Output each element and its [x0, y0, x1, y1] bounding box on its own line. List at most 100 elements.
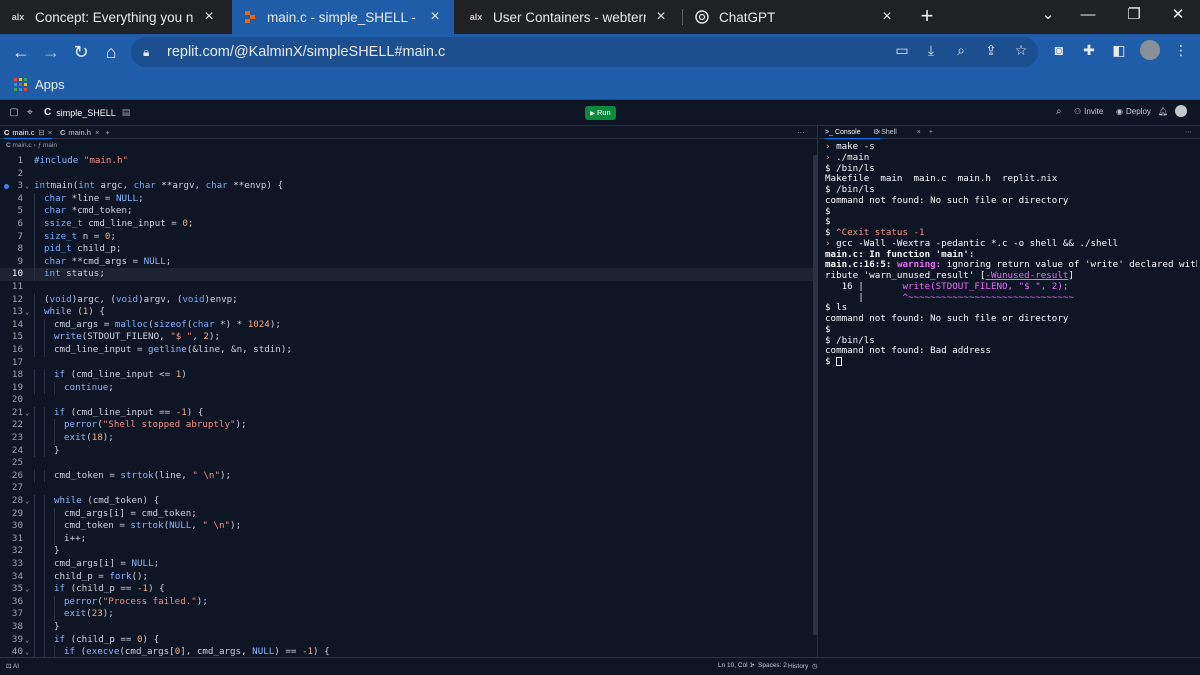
- code-line[interactable]: 21 ⌄ if (cmd_line_input == -1) {: [0, 406, 813, 420]
- close-icon[interactable]: ×: [48, 126, 52, 139]
- close-icon[interactable]: ×: [917, 129, 921, 136]
- code-line[interactable]: 8 pid_t child_p;: [0, 243, 813, 256]
- window-close-icon[interactable]: ✕: [1158, 0, 1198, 30]
- repl-name[interactable]: C simple_SHELL ▤: [44, 107, 130, 118]
- code-line[interactable]: 40 ⌄ if (execve(cmd_args[0], cmd_args, NUL…: [0, 646, 813, 657]
- reload-icon[interactable]: ↻: [68, 40, 94, 64]
- code-area[interactable]: 1 #include "main.h" 2 3 ⌄ intmain(int argc, c…: [0, 155, 813, 657]
- close-icon[interactable]: ×: [426, 8, 444, 26]
- editor-scrollbar[interactable]: [813, 155, 818, 635]
- code-line[interactable]: 15 write(STDOUT_FILENO, "$ ", 2);: [0, 331, 813, 344]
- code-line[interactable]: 26 cmd_token = strtok(line, " \n");: [0, 469, 813, 483]
- code-line[interactable]: 9 char **cmd_args = NULL;: [0, 255, 813, 269]
- notifications-bell-icon[interactable]: 🔔︎: [1158, 107, 1168, 116]
- code-line[interactable]: 25: [0, 457, 813, 470]
- fold-chevron-icon[interactable]: ⌄: [25, 634, 29, 647]
- share-icon[interactable]: ⇪: [982, 42, 1000, 59]
- browser-tab-concept[interactable]: alx Concept: Everything you need to ×: [0, 0, 228, 34]
- code-line[interactable]: 14 cmd_args = malloc(sizeof(char *) * 102…: [0, 318, 813, 332]
- fold-chevron-icon[interactable]: ⌄: [25, 646, 29, 657]
- code-line[interactable]: 28 ⌄ while (cmd_token) {: [0, 495, 813, 508]
- close-icon[interactable]: ×: [652, 8, 670, 26]
- tools-icon[interactable]: ⌖: [24, 107, 36, 119]
- back-arrow-icon[interactable]: ←: [8, 40, 34, 64]
- fold-chevron-icon[interactable]: ⌄: [25, 407, 29, 420]
- fold-chevron-icon[interactable]: ⌄: [25, 180, 29, 193]
- history-button[interactable]: History ◷: [788, 662, 818, 670]
- code-line[interactable]: 18 if (cmd_line_input <= 1): [0, 369, 813, 382]
- code-line[interactable]: 12 (void)argc, (void)argv, (void)envp;: [0, 293, 813, 307]
- fold-chevron-icon[interactable]: ⌄: [25, 306, 29, 319]
- fold-chevron-icon[interactable]: ⌄: [25, 583, 29, 596]
- code-line[interactable]: 6 ssize_t cmd_line_input = 0;: [0, 217, 813, 231]
- split-icon[interactable]: ⊟: [39, 126, 45, 139]
- tab-search-chevron-icon[interactable]: ⌄: [1028, 0, 1068, 30]
- code-line[interactable]: 34 child_p = fork();: [0, 570, 813, 584]
- deploy-button[interactable]: ◉ Deploy: [1116, 107, 1151, 116]
- code-line[interactable]: 38}: [0, 620, 813, 634]
- cursor-position[interactable]: Ln 10, Col 1: [718, 662, 753, 669]
- home-icon[interactable]: ⌂: [98, 40, 124, 64]
- code-line[interactable]: 20: [0, 394, 813, 407]
- minimize-icon[interactable]: —: [1068, 0, 1108, 30]
- code-line[interactable]: 13 ⌄ while (1) {: [0, 306, 813, 319]
- profile-avatar[interactable]: [1140, 40, 1160, 60]
- code-line[interactable]: 1 #include "main.h": [0, 155, 813, 168]
- code-line[interactable]: 27: [0, 482, 813, 495]
- browser-tab-chatgpt[interactable]: ChatGPT ×: [684, 0, 906, 34]
- extensions-puzzle-icon[interactable]: ✚: [1080, 42, 1098, 59]
- code-line[interactable]: 16 cmd_line_input = getline(&line, &n, st…: [0, 343, 813, 357]
- bookmark-star-icon[interactable]: ☆: [1012, 42, 1030, 59]
- code-line[interactable]: 36 perror("Process failed.");: [0, 595, 813, 609]
- apps-shortcut[interactable]: Apps: [14, 77, 65, 92]
- search-icon[interactable]: ⌕: [1056, 106, 1062, 117]
- menu-kebab-icon[interactable]: ⋮: [1172, 42, 1190, 59]
- code-line[interactable]: 35 ⌄ if (child_p == -1) {: [0, 583, 813, 596]
- breadcrumb-file[interactable]: main.c: [13, 142, 32, 149]
- ai-toggle[interactable]: ⊡ AI: [6, 662, 19, 670]
- code-line[interactable]: 39 ⌄ if (child_p == 0) {: [0, 633, 813, 647]
- code-line[interactable]: 2: [0, 168, 813, 181]
- code-line[interactable]: 7 size_t n = 0;: [0, 230, 813, 244]
- code-line[interactable]: 23 exit(18);: [0, 432, 813, 445]
- code-line[interactable]: 10 int status;: [0, 268, 813, 281]
- add-tab-icon[interactable]: +: [105, 126, 109, 139]
- editor-more-icon[interactable]: ⋯: [797, 126, 805, 139]
- code-line[interactable]: 17: [0, 357, 813, 370]
- fold-chevron-icon[interactable]: ⌄: [25, 495, 29, 508]
- restore-icon[interactable]: ❐: [1114, 0, 1154, 30]
- code-line[interactable]: 4 char *line = NULL;: [0, 192, 813, 206]
- code-line[interactable]: 31 i++;: [0, 532, 813, 546]
- repl-info-icon[interactable]: ▤: [122, 107, 131, 118]
- user-avatar[interactable]: [1175, 105, 1187, 117]
- editor-tab-main-h[interactable]: C main.h × +: [60, 126, 110, 139]
- browser-tab-replit[interactable]: main.c - simple_SHELL - Replit ×: [232, 0, 454, 34]
- code-line[interactable]: 24}: [0, 444, 813, 458]
- close-icon[interactable]: ×: [95, 126, 99, 139]
- code-line[interactable]: 3 ⌄ intmain(int argc, char **argv, char **…: [0, 180, 813, 193]
- browser-tab-user-containers[interactable]: alx User Containers - webterm | Lag ×: [458, 0, 680, 34]
- run-button[interactable]: ▶ Run: [585, 106, 616, 120]
- sidebar-toggle-icon[interactable]: ▢: [8, 107, 20, 119]
- editor-tab-main-c[interactable]: C main.c ⊟ ×: [4, 126, 53, 139]
- code-line[interactable]: 5 char *cmd_token;: [0, 205, 813, 218]
- new-tab-button[interactable]: +: [914, 4, 940, 30]
- zoom-icon[interactable]: ⌕: [952, 42, 970, 59]
- indentation-setting[interactable]: Spaces: 2: [758, 662, 787, 669]
- side-panel-icon[interactable]: ◧: [1110, 42, 1128, 59]
- install-app-icon[interactable]: ⤓: [922, 42, 940, 59]
- clipboard-icon[interactable]: ▭: [893, 42, 911, 59]
- close-icon[interactable]: ×: [200, 8, 218, 26]
- console-more-icon[interactable]: ⋯: [1185, 126, 1192, 139]
- breadcrumb-symbol[interactable]: main: [43, 142, 57, 149]
- code-line[interactable]: 32}: [0, 545, 813, 558]
- code-line[interactable]: 33 cmd_args[i] = NULL;: [0, 558, 813, 571]
- code-line[interactable]: 19 continue;: [0, 381, 813, 395]
- add-tab-icon[interactable]: +: [929, 129, 933, 136]
- invite-button[interactable]: ⚇ Invite: [1074, 107, 1103, 116]
- code-line[interactable]: 11: [0, 281, 813, 294]
- console-output[interactable]: › make -s › ./main $ /bin/ls Makefile main …: [825, 142, 1197, 368]
- code-line[interactable]: 37 exit(23);: [0, 608, 813, 621]
- code-line[interactable]: 22 perror("Shell stopped abruptly");: [0, 419, 813, 433]
- code-line[interactable]: 29 cmd_args[i] = cmd_token;: [0, 507, 813, 521]
